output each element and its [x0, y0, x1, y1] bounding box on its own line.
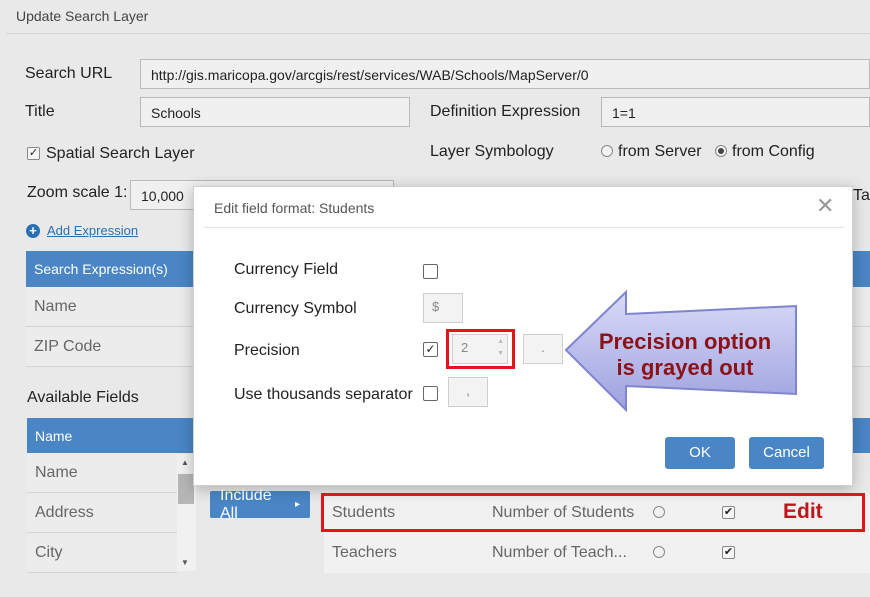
field-visible-checkbox[interactable]: ✔	[722, 546, 735, 559]
scrollbar-thumb[interactable]	[178, 474, 194, 504]
definition-expression-label: Definition Expression	[430, 103, 581, 120]
cancel-button[interactable]: Cancel	[749, 437, 824, 469]
available-field-row[interactable]: Address	[27, 493, 177, 533]
title-input[interactable]: Schools	[140, 97, 410, 127]
search-url-label: Search URL	[25, 65, 113, 82]
title-label: Title	[25, 103, 55, 120]
thousands-separator-label: Use thousands separator	[234, 386, 413, 403]
truncated-label: Ta	[853, 187, 870, 204]
precision-checkbox[interactable]: ✓	[423, 342, 438, 357]
definition-expression-input[interactable]: 1=1	[601, 97, 870, 127]
available-field-row[interactable]: City	[27, 533, 177, 573]
edit-annotation: Edit	[783, 500, 823, 523]
field-alias: Number of Teach...	[492, 544, 627, 561]
add-expression-link[interactable]: Add Expression	[47, 223, 138, 238]
thousands-separator-checkbox[interactable]	[423, 386, 438, 401]
available-field-text: City	[35, 543, 63, 561]
currency-symbol-label: Currency Symbol	[234, 300, 357, 317]
available-field-text: Address	[35, 503, 94, 521]
field-option-radio[interactable]	[653, 546, 665, 558]
include-all-label: Include All	[220, 486, 272, 522]
layer-symbology-label: Layer Symbology	[430, 143, 554, 160]
available-fields-label: Available Fields	[27, 389, 139, 406]
close-icon[interactable]: ✕	[816, 195, 834, 217]
panel-header: Update Search Layer	[6, 0, 870, 34]
spatial-search-checkbox[interactable]: ✓	[27, 147, 40, 160]
search-url-input[interactable]: http://gis.maricopa.gov/arcgis/rest/serv…	[140, 59, 870, 89]
dialog-title: Edit field format: Students	[214, 200, 375, 216]
zoom-scale-label: Zoom scale 1:	[27, 184, 128, 201]
available-field-text: Name	[35, 463, 78, 481]
field-grid-row[interactable]: Teachers Number of Teach... ✔	[324, 533, 870, 573]
currency-field-label: Currency Field	[234, 261, 339, 278]
from-config-label: from Config	[732, 143, 815, 160]
spatial-search-label: Spatial Search Layer	[46, 145, 195, 162]
plus-circle-icon[interactable]: +	[26, 224, 40, 238]
caret-right-icon: ▸	[294, 499, 300, 510]
search-expression-header-label: Search Expression(s)	[34, 261, 168, 277]
include-all-button[interactable]: Include All ▸	[210, 487, 310, 522]
ok-button[interactable]: OK	[665, 437, 735, 469]
available-fields-header: Name	[27, 418, 197, 453]
scroll-down-arrow-icon[interactable]: ▼	[181, 558, 189, 567]
dialog-divider	[204, 227, 844, 228]
search-expression-text: Name	[34, 297, 77, 315]
scroll-up-arrow-icon[interactable]: ▲	[181, 458, 189, 467]
callout-text: Precision option is grayed out	[585, 329, 785, 381]
available-field-row[interactable]: Name	[27, 453, 177, 493]
callout-line-1: Precision option	[598, 329, 772, 354]
currency-field-checkbox[interactable]	[423, 264, 438, 279]
from-server-radio[interactable]	[601, 145, 613, 157]
from-config-radio[interactable]	[715, 145, 727, 157]
page-title: Update Search Layer	[16, 8, 149, 24]
search-expression-text: ZIP Code	[34, 337, 102, 355]
decimal-separator-input[interactable]: .	[523, 334, 563, 364]
thousands-separator-input[interactable]: ,	[448, 377, 488, 407]
callout-line-2: is grayed out	[616, 355, 754, 380]
field-name: Teachers	[332, 544, 397, 561]
precision-label: Precision	[234, 342, 300, 359]
available-fields-header-label: Name	[35, 428, 73, 444]
currency-symbol-input[interactable]: $	[423, 293, 463, 323]
precision-highlight-box	[446, 329, 515, 369]
from-server-label: from Server	[618, 143, 702, 160]
